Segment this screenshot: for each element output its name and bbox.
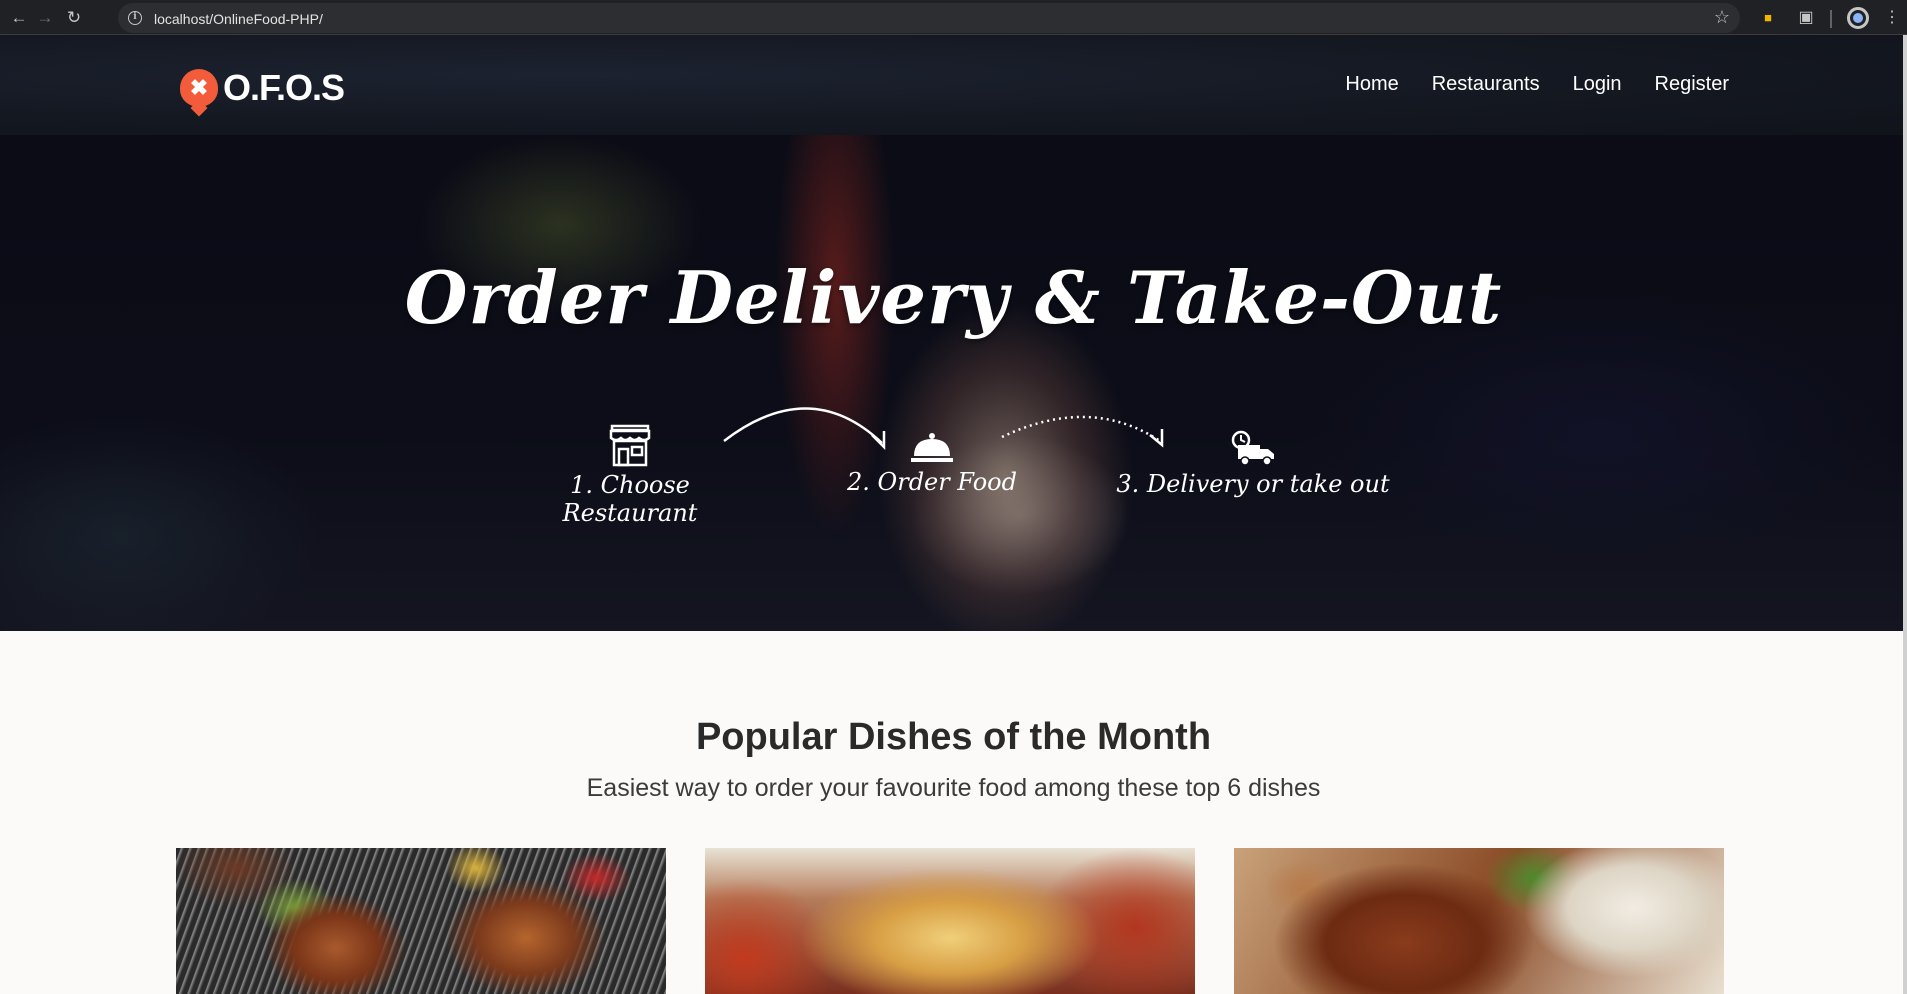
section-title: Popular Dishes of the Month bbox=[695, 716, 1212, 758]
page-scrollbar[interactable] bbox=[1903, 35, 1907, 994]
section-subtitle: Easiest way to order your favourite food… bbox=[586, 774, 1321, 802]
step-2-label: 2. Order Food bbox=[847, 468, 1017, 496]
dish-card-image[interactable] bbox=[1234, 848, 1724, 994]
storefront-icon bbox=[609, 424, 651, 467]
site-header: ✖ O.F.O.S Home Restaurants Login Registe… bbox=[0, 35, 1907, 135]
menu-icon[interactable]: ⋮ bbox=[1884, 6, 1900, 30]
step-delivery: 3. Delivery or take out bbox=[1108, 430, 1398, 498]
bookmark-star-icon[interactable]: ☆ bbox=[1714, 7, 1730, 28]
nav-login[interactable]: Login bbox=[1573, 73, 1622, 96]
brand-name: O.F.O.S bbox=[223, 67, 345, 108]
address-url[interactable]: localhost/OnlineFood-PHP/ bbox=[154, 11, 323, 27]
browser-toolbar: ← → ↻ i localhost/OnlineFood-PHP/ ☆ ■ ▣ … bbox=[0, 0, 1907, 35]
brand-logo[interactable]: ✖ O.F.O.S bbox=[180, 65, 345, 111]
nav-home[interactable]: Home bbox=[1345, 73, 1398, 96]
reload-icon[interactable]: ↻ bbox=[61, 5, 87, 31]
dish-card-image[interactable] bbox=[705, 848, 1195, 994]
main-nav: Home Restaurants Login Register bbox=[1345, 73, 1729, 96]
hero-title: Order Delivery & Take-Out bbox=[404, 255, 1503, 340]
dish-card-image[interactable] bbox=[176, 848, 666, 994]
extension-lock-icon[interactable]: ■ bbox=[1760, 6, 1776, 30]
back-icon[interactable]: ← bbox=[6, 5, 32, 31]
hero-banner: Order Delivery & Take-Out 1. Choose Rest… bbox=[0, 135, 1907, 631]
toolbar-divider bbox=[1830, 10, 1832, 28]
step-3-label: 3. Delivery or take out bbox=[1116, 470, 1390, 498]
utensils-logo-icon: ✖ bbox=[180, 69, 218, 107]
step-order-food: 2. Order Food bbox=[842, 430, 1022, 496]
extensions-puzzle-icon[interactable]: ▣ bbox=[1794, 6, 1818, 30]
site-info-icon[interactable]: i bbox=[128, 11, 142, 25]
address-bar[interactable]: i localhost/OnlineFood-PHP/ ☆ bbox=[118, 3, 1740, 33]
delivery-truck-icon bbox=[1231, 430, 1274, 466]
step-arrows bbox=[723, 407, 1164, 451]
step-1-label: 1. Choose Restaurant bbox=[562, 471, 698, 527]
step-choose-restaurant: 1. Choose Restaurant bbox=[505, 423, 755, 527]
profile-icon[interactable] bbox=[1847, 7, 1869, 29]
nav-restaurants[interactable]: Restaurants bbox=[1432, 73, 1540, 96]
nav-register[interactable]: Register bbox=[1655, 73, 1729, 96]
cloche-icon bbox=[911, 433, 953, 462]
popular-dishes-section: Popular Dishes of the Month Easiest way … bbox=[0, 631, 1907, 994]
forward-icon[interactable]: → bbox=[32, 5, 58, 31]
